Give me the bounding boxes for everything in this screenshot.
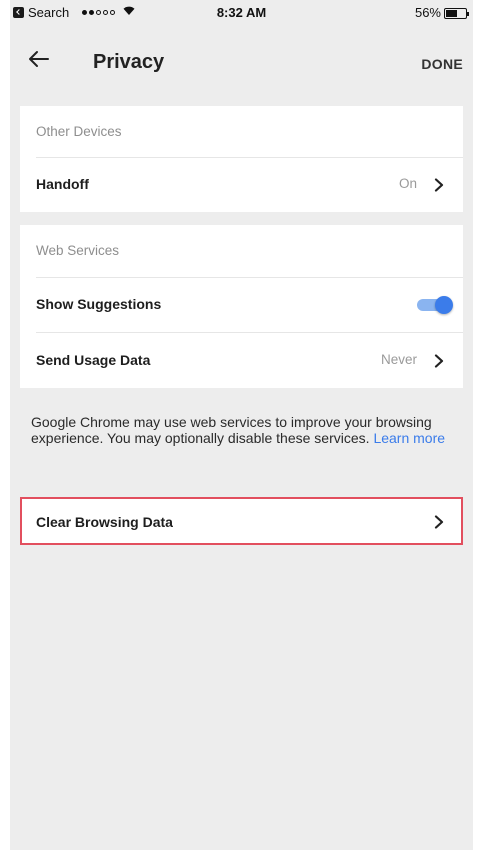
other-devices-card: Other Devices Handoff On xyxy=(20,106,463,212)
send-usage-data-row[interactable]: Send Usage Data Never xyxy=(20,334,463,388)
web-services-card: Web Services Show Suggestions Send Usage… xyxy=(20,225,463,388)
done-button[interactable]: DONE xyxy=(421,56,463,72)
battery-icon xyxy=(444,8,469,19)
send-usage-data-label: Send Usage Data xyxy=(36,352,151,368)
web-services-description: Google Chrome may use web services to im… xyxy=(31,414,461,446)
divider xyxy=(36,332,463,333)
clock: 8:32 AM xyxy=(216,5,267,20)
chevron-right-icon xyxy=(433,178,445,192)
app-bar: Privacy DONE xyxy=(10,26,473,100)
page-title: Privacy xyxy=(93,51,165,73)
toggle-thumb xyxy=(435,296,453,314)
chevron-right-icon xyxy=(433,515,445,529)
handoff-label: Handoff xyxy=(36,176,89,192)
clear-browsing-data-row[interactable]: Clear Browsing Data xyxy=(20,497,463,545)
show-suggestions-label: Show Suggestions xyxy=(36,296,162,312)
section-header-web-services: Web Services xyxy=(36,243,120,258)
handoff-value: On xyxy=(398,176,417,191)
send-usage-data-value: Never xyxy=(380,352,417,367)
show-suggestions-row[interactable]: Show Suggestions xyxy=(20,278,463,332)
arrow-left-icon[interactable] xyxy=(28,48,50,70)
learn-more-link[interactable]: Learn more xyxy=(373,430,445,446)
privacy-screen: Search 8:32 AM 56% Privacy DONE Other De… xyxy=(10,0,473,850)
clear-browsing-data-label: Clear Browsing Data xyxy=(36,514,173,530)
chevron-right-icon xyxy=(433,354,445,368)
battery-percent: 56% xyxy=(414,5,441,20)
show-suggestions-toggle[interactable] xyxy=(415,296,453,314)
status-bar: Search 8:32 AM 56% xyxy=(10,0,473,26)
handoff-row[interactable]: Handoff On xyxy=(20,158,463,212)
section-header-other-devices: Other Devices xyxy=(36,124,122,139)
description-text: Google Chrome may use web services to im… xyxy=(31,414,432,446)
